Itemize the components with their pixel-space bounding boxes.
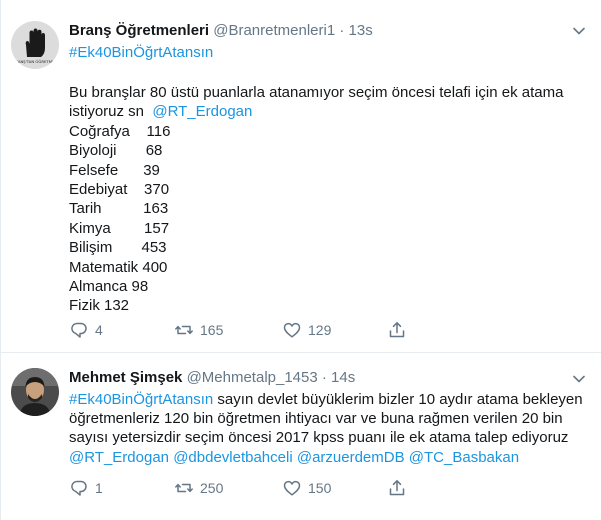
author-handle[interactable]: @Branretmenleri1 xyxy=(213,22,335,39)
timeline-feed: BRANŞ'TAN ÖĞRETMEN Branş Öğretmenleri @B… xyxy=(0,0,601,520)
chevron-down-icon[interactable] xyxy=(570,370,588,388)
tweet-text: #Ek40BinÖğrtAtansın sayın devlet büyükle… xyxy=(69,390,589,467)
retweet-count: 250 xyxy=(200,480,224,496)
retweet-button[interactable]: 165 xyxy=(174,320,223,340)
timestamp[interactable]: 14s xyxy=(331,369,355,386)
tweet[interactable]: Mehmet Şimşek @Mehmetalp_1453 · 14s #Ek4… xyxy=(1,353,601,520)
reply-button[interactable]: 4 xyxy=(69,320,103,340)
heart-icon xyxy=(283,322,301,338)
hashtag-link[interactable]: #Ek40BinÖğrtAtansın xyxy=(69,43,213,63)
reply-count: 1 xyxy=(95,480,103,496)
reply-button[interactable]: 1 xyxy=(69,478,103,498)
tweet[interactable]: BRANŞ'TAN ÖĞRETMEN Branş Öğretmenleri @B… xyxy=(1,0,601,353)
reply-icon xyxy=(71,322,87,338)
like-count: 150 xyxy=(308,480,332,496)
mention-link[interactable]: @arzuerdemDB xyxy=(297,449,405,466)
avatar[interactable] xyxy=(11,368,59,416)
avatar[interactable]: BRANŞ'TAN ÖĞRETMEN xyxy=(11,21,59,69)
mention-link[interactable]: @TC_Basbakan xyxy=(409,449,519,466)
separator-dot: · xyxy=(339,22,345,39)
tweet-header: Branş Öğretmenleri @Branretmenleri1 · 13… xyxy=(69,21,373,41)
retweet-icon xyxy=(175,483,193,493)
like-count: 129 xyxy=(308,322,332,338)
timestamp[interactable]: 13s xyxy=(349,22,373,39)
tweet-text: Bu branşlar 80 üstü puanlarla atanamıyor… xyxy=(69,83,589,316)
like-button[interactable]: 129 xyxy=(282,320,331,340)
tweet-text-list: Coğrafya 116 Biyoloji 68 Felsefe 39 Edeb… xyxy=(69,122,171,315)
hashtag-link[interactable]: #Ek40BinÖğrtAtansın xyxy=(69,391,213,408)
reply-icon xyxy=(71,480,87,496)
mention-link[interactable]: @RT_Erdogan xyxy=(152,103,252,120)
heart-icon xyxy=(283,480,301,496)
like-button[interactable]: 150 xyxy=(282,478,331,498)
retweet-button[interactable]: 250 xyxy=(174,478,223,498)
reply-count: 4 xyxy=(95,322,103,338)
avatar-caption: BRANŞ'TAN ÖĞRETMEN xyxy=(13,59,58,64)
chevron-down-icon[interactable] xyxy=(570,22,588,40)
author-handle[interactable]: @Mehmetalp_1453 xyxy=(187,369,318,386)
share-button[interactable] xyxy=(387,478,407,498)
tweet-text-intro: Bu branşlar 80 üstü puanlarla atanamıyor… xyxy=(69,84,564,121)
mention-link[interactable]: @dbdevletbahceli xyxy=(173,449,292,466)
author-name[interactable]: Mehmet Şimşek xyxy=(69,369,182,386)
tweet-header: Mehmet Şimşek @Mehmetalp_1453 · 14s xyxy=(69,368,355,388)
mention-link[interactable]: @RT_Erdogan xyxy=(69,449,169,466)
separator-dot: · xyxy=(321,369,327,386)
author-name[interactable]: Branş Öğretmenleri xyxy=(69,22,209,39)
share-icon xyxy=(389,480,405,496)
retweet-icon xyxy=(175,325,193,335)
retweet-count: 165 xyxy=(200,322,224,338)
share-button[interactable] xyxy=(387,320,407,340)
share-icon xyxy=(389,322,405,338)
